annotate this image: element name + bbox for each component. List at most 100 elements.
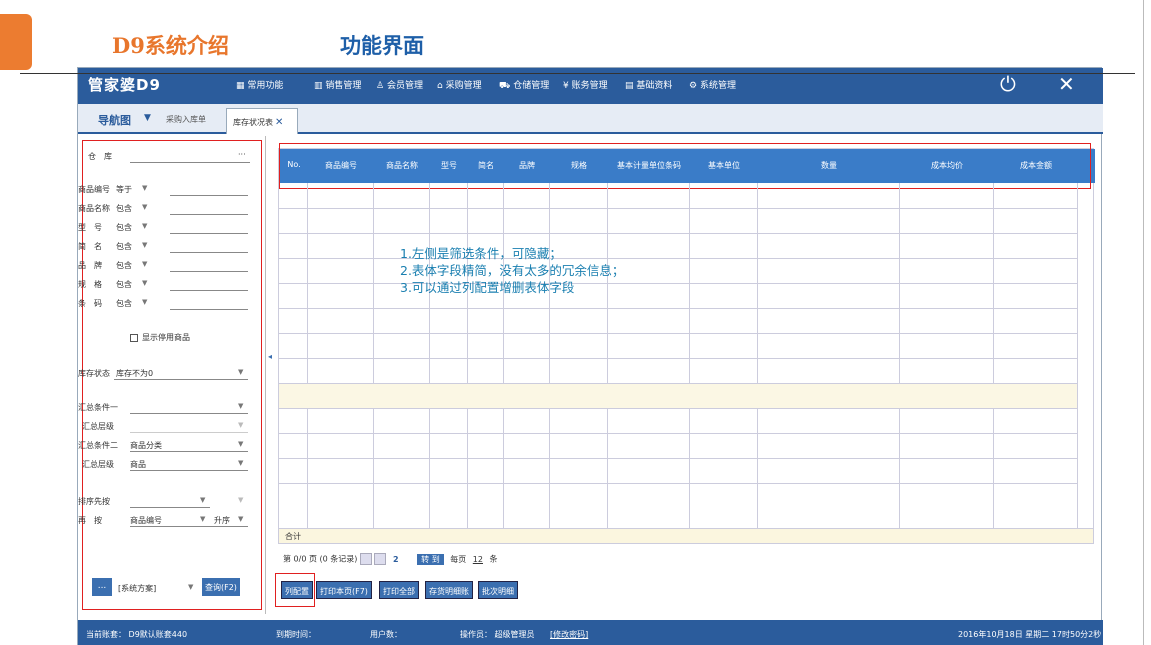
filter-op-code[interactable]: 等于	[116, 184, 132, 195]
sort-first-select[interactable]	[130, 507, 210, 508]
power-icon[interactable]: ⏻	[1000, 72, 1016, 96]
chevron-down-icon[interactable]: ▼	[144, 113, 151, 123]
status-bar: 当前账套： D9默认账套440 到期时间： 用户数： 操作员： 超级管理员 [修…	[78, 620, 1103, 645]
chevron-down-icon[interactable]: ▼	[238, 421, 243, 429]
chevron-down-icon[interactable]: ▼	[142, 222, 147, 230]
chevron-down-icon[interactable]: ▼	[200, 515, 205, 523]
filter-label-short: 简 名	[78, 242, 102, 251]
grid-vline	[549, 183, 550, 539]
chevron-down-icon[interactable]: ▼	[188, 583, 193, 591]
pager: 第 0/0 页 (0 条记录) 2 转 到 每页 12 条	[283, 553, 498, 565]
stock-status-label: 库存状态	[78, 369, 110, 378]
chevron-down-icon[interactable]: ▼	[238, 440, 243, 448]
chart-icon: ▥	[314, 81, 326, 91]
page-number-input[interactable]: 2	[393, 555, 399, 564]
print-all-button[interactable]: 打印全部	[379, 581, 419, 599]
per-page-input[interactable]: 12	[473, 555, 483, 564]
batch-detail-button[interactable]: 批次明细	[478, 581, 518, 599]
grid-hline	[279, 458, 1077, 459]
stock-status-select[interactable]: 库存不为0	[116, 368, 153, 379]
warehouse-field[interactable]	[130, 162, 250, 163]
filter-input-model[interactable]	[170, 233, 248, 234]
filter-input-brand[interactable]	[170, 271, 248, 272]
show-disabled-label: 显示停用商品	[142, 333, 190, 342]
slide-title-right: 功能界面	[340, 34, 424, 58]
column-config-highlight-box	[275, 573, 315, 607]
chevron-down-icon[interactable]: ▼	[238, 496, 243, 504]
filter-op-model[interactable]: 包含	[116, 222, 132, 233]
show-disabled-checkbox[interactable]	[130, 334, 138, 342]
chevron-down-icon[interactable]: ▼	[238, 368, 243, 376]
menu-item-accounts[interactable]: ¥ 账务管理	[563, 78, 608, 91]
menu-item-purchase[interactable]: ⌂ 采购管理	[437, 78, 482, 91]
status-operator: 操作员： 超级管理员	[460, 630, 535, 639]
menu-item-basics[interactable]: ▤ 基础资料	[625, 78, 672, 91]
slide-title-rule	[20, 73, 1135, 74]
tab-stock-status[interactable]: 库存状况表 ✕	[226, 108, 298, 134]
sort-then-select[interactable]: 商品编号	[130, 515, 162, 526]
group2-select[interactable]: 商品分类	[130, 440, 162, 451]
chevron-down-icon[interactable]: ▼	[142, 298, 147, 306]
group2-level-select[interactable]: 商品	[130, 459, 146, 470]
menu-item-system[interactable]: ⚙ 系统管理	[689, 78, 736, 91]
chevron-down-icon[interactable]: ▼	[200, 496, 205, 504]
chevron-down-icon[interactable]: ▼	[142, 260, 147, 268]
filter-op-brand[interactable]: 包含	[116, 260, 132, 271]
print-page-button[interactable]: 打印本页(F7)	[316, 581, 372, 599]
chevron-down-icon[interactable]: ▼	[142, 241, 147, 249]
filter-op-barcode[interactable]: 包含	[116, 298, 132, 309]
group2-label: 汇总条件二	[78, 441, 118, 450]
filter-label-barcode: 条 码	[78, 299, 102, 308]
chevron-down-icon[interactable]: ▼	[142, 203, 147, 211]
query-button[interactable]: 查询(F2)	[202, 578, 240, 596]
chevron-down-icon[interactable]: ▼	[238, 459, 243, 467]
chevron-down-icon[interactable]: ▼	[142, 184, 147, 192]
grid-hline	[279, 408, 1077, 409]
prev-page-button[interactable]	[359, 553, 372, 565]
filter-op-spec[interactable]: 包含	[116, 279, 132, 290]
filter-input-code[interactable]	[170, 195, 248, 196]
grid-hline	[279, 433, 1077, 434]
nav-map-button[interactable]: 导航图	[98, 112, 131, 128]
filter-input-name[interactable]	[170, 214, 248, 215]
filter-input-spec[interactable]	[170, 290, 248, 291]
menu-item-common[interactable]: ▦ 常用功能	[236, 78, 283, 91]
change-password-link[interactable]: [修改密码]	[550, 629, 588, 640]
note-line-1: 1.左侧是筛选条件，可隐藏；	[400, 246, 562, 261]
group1-select[interactable]	[130, 413, 248, 414]
slide-title-left: D9系统介绍	[112, 33, 229, 58]
app-logo: 管家婆D9	[88, 76, 161, 94]
status-expire: 到期时间：	[276, 630, 316, 639]
chevron-down-icon[interactable]: ▼	[238, 515, 243, 523]
header-highlight-box	[279, 143, 1091, 189]
menu-item-members[interactable]: ♙ 会员管理	[376, 78, 423, 91]
grid-vline	[607, 183, 608, 539]
group1-level-select[interactable]	[130, 432, 248, 433]
tab-purchase-receipt[interactable]: 采购入库单	[166, 114, 206, 125]
chevron-down-icon[interactable]: ▼	[238, 402, 243, 410]
close-tab-icon[interactable]: ✕	[275, 117, 283, 128]
scheme-select[interactable]: [系统方案]	[118, 583, 156, 594]
grid-vline	[503, 183, 504, 539]
grid-vline	[373, 183, 374, 539]
close-icon[interactable]: ✕	[1058, 72, 1075, 96]
chevron-down-icon[interactable]: ▼	[142, 279, 147, 287]
warehouse-more-button[interactable]: ···	[238, 150, 246, 159]
filter-op-name[interactable]: 包含	[116, 203, 132, 214]
collapse-panel-icon[interactable]: ◂	[268, 352, 272, 361]
group2-level-underline	[130, 470, 248, 471]
grid-hline	[279, 333, 1077, 334]
scheme-more-button[interactable]: ...	[92, 578, 112, 596]
menu-item-warehouse[interactable]: ⛟ 仓储管理	[499, 78, 549, 92]
sort-order-select[interactable]: 升序	[214, 515, 230, 526]
grid-selected-row[interactable]	[279, 384, 1077, 408]
next-page-button[interactable]	[374, 553, 387, 565]
menu-item-sales[interactable]: ▥ 销售管理	[314, 78, 361, 91]
filter-input-barcode[interactable]	[170, 309, 248, 310]
data-grid: No. 商品编号 商品名称 型号 简名 品牌 规格 基本计量单位条码 基本单位 …	[278, 143, 1095, 539]
stock-detail-button[interactable]: 存货明细账	[425, 581, 473, 599]
filter-op-short[interactable]: 包含	[116, 241, 132, 252]
filter-input-short[interactable]	[170, 252, 248, 253]
goto-page-button[interactable]: 转 到	[417, 553, 444, 565]
slide-right-divider	[1143, 0, 1144, 645]
